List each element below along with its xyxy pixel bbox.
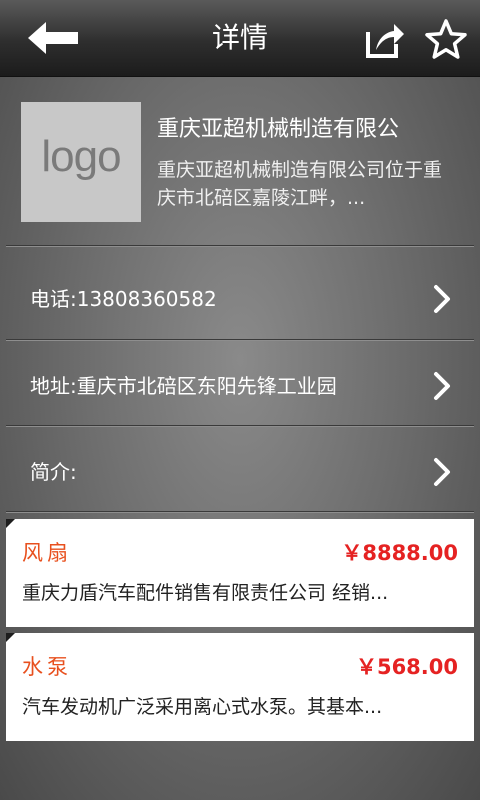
top-bar: 详情 <box>0 0 480 77</box>
phone-row[interactable]: 电话:13808360582 <box>6 256 474 342</box>
share-button[interactable] <box>362 18 406 60</box>
company-description: 重庆亚超机械制造有限公司位于重庆市北碚区嘉陵江畔，... <box>157 159 443 209</box>
company-summary: logo 重庆亚超机械制造有限公 重庆亚超机械制造有限公司位于重庆市北碚区嘉陵江… <box>0 76 480 246</box>
product-price: ￥8888.00 <box>341 541 458 565</box>
page-title: 详情 <box>211 21 268 54</box>
card-corner-marker <box>6 633 15 642</box>
company-name: 重庆亚超机械制造有限公 <box>157 117 400 142</box>
divider <box>6 339 474 341</box>
phone-label: 电话:13808360582 <box>30 287 217 311</box>
arrow-left-icon <box>28 22 78 54</box>
share-icon <box>366 24 404 58</box>
product-card[interactable]: 水泵 ￥568.00 汽车发动机广泛采用离心式水泵。其基本... <box>6 633 474 741</box>
star-icon <box>425 19 467 59</box>
back-button[interactable] <box>24 16 84 60</box>
company-logo: logo <box>21 102 141 222</box>
address-label: 地址:重庆市北碚区东阳先锋工业园 <box>30 374 337 398</box>
divider <box>6 511 474 513</box>
divider <box>6 245 474 247</box>
chevron-right-icon <box>434 458 450 486</box>
divider <box>6 425 474 427</box>
chevron-right-icon <box>434 285 450 313</box>
logo-placeholder-text: logo <box>41 132 121 181</box>
favorite-button[interactable] <box>424 18 468 60</box>
product-description: 重庆力盾汽车配件销售有限责任公司 经销... <box>22 582 389 604</box>
product-name: 风扇 <box>22 541 72 565</box>
product-card[interactable]: 风扇 ￥8888.00 重庆力盾汽车配件销售有限责任公司 经销... <box>6 519 474 627</box>
product-name: 水泵 <box>22 655 72 679</box>
chevron-right-icon <box>434 372 450 400</box>
product-description: 汽车发动机广泛采用离心式水泵。其基本... <box>22 696 383 718</box>
address-row[interactable]: 地址:重庆市北碚区东阳先锋工业园 <box>6 343 474 429</box>
intro-label: 简介: <box>30 460 77 484</box>
intro-row[interactable]: 简介: <box>6 429 474 515</box>
card-corner-marker <box>6 519 15 528</box>
product-price: ￥568.00 <box>355 655 458 679</box>
